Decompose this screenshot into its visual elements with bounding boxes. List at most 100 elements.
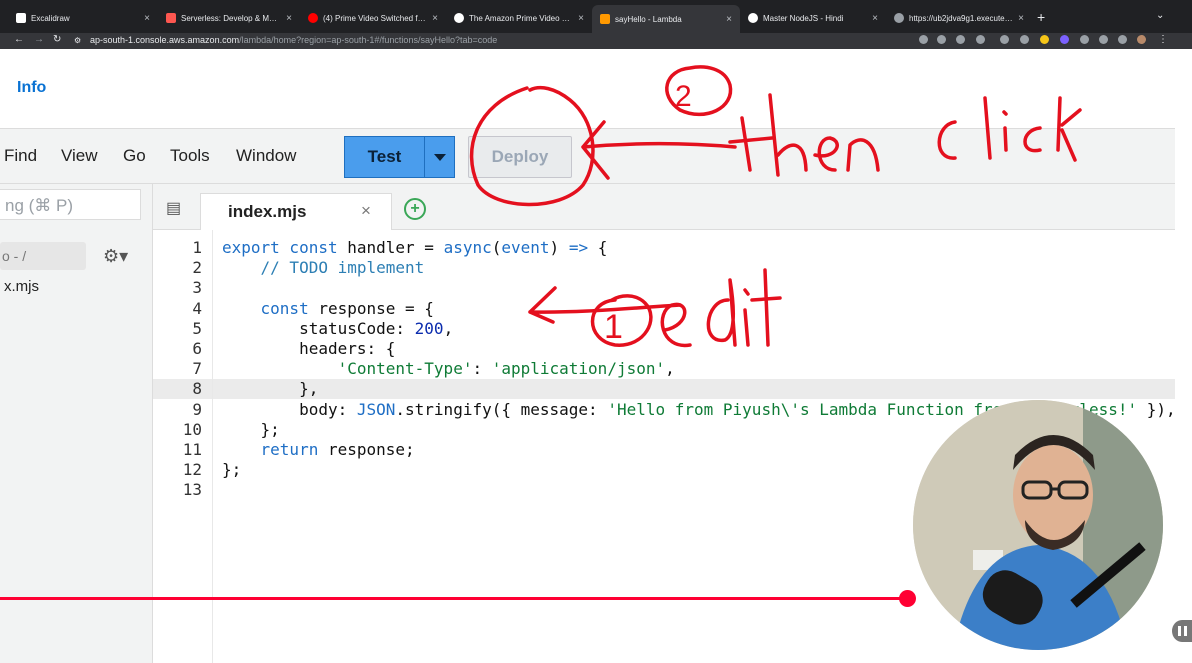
back-arrow-icon[interactable]: ← — [14, 34, 24, 45]
test-button[interactable]: Test — [344, 136, 425, 178]
tab-title: Master NodeJS - Hindi — [763, 13, 844, 23]
code-token: body: — [222, 400, 357, 419]
reload-icon[interactable]: ↻ — [53, 34, 61, 45]
video-scrubber-handle[interactable] — [899, 590, 916, 607]
code-token: .stringify({ message: — [395, 400, 608, 419]
add-tab-icon[interactable]: + — [404, 198, 426, 220]
code-token: 200 — [414, 319, 444, 338]
url-field[interactable]: ap-south-1.console.aws.amazon.com/lambda… — [90, 35, 497, 45]
close-icon[interactable]: × — [144, 13, 150, 24]
go-to-file-input[interactable]: ng (⌘ P) — [0, 189, 141, 220]
presenter-video — [913, 400, 1163, 650]
file-list-item[interactable]: x.mjs — [4, 278, 39, 295]
puzzle-extensions-icon[interactable] — [1099, 35, 1108, 44]
close-icon[interactable]: × — [578, 13, 584, 24]
serverless-favicon-icon — [166, 13, 176, 23]
code-token: : — [472, 359, 492, 378]
line-number: 2 — [192, 258, 202, 277]
line-number: 12 — [182, 460, 202, 479]
deploy-button[interactable]: Deploy — [468, 136, 572, 178]
code-token: => — [568, 238, 589, 257]
code-line[interactable]: }; — [222, 460, 241, 479]
code-line[interactable]: statusCode: 200, — [222, 319, 453, 338]
close-icon[interactable]: × — [1018, 13, 1024, 24]
code-line[interactable]: headers: { — [222, 339, 395, 358]
close-icon[interactable]: × — [432, 13, 438, 24]
browser-tab-excalidraw[interactable]: Excalidraw × — [8, 7, 158, 29]
gear-icon[interactable]: ⚙▾ — [103, 246, 128, 267]
code-token: }, — [222, 379, 319, 398]
test-dropdown-button[interactable] — [424, 136, 455, 178]
code-line[interactable]: return response; — [222, 440, 415, 459]
browser-tab-nodejs[interactable]: Master NodeJS - Hindi × — [740, 7, 886, 29]
menu-window[interactable]: Window — [236, 146, 296, 166]
close-icon[interactable]: × — [726, 14, 732, 25]
code-token: return — [222, 440, 328, 459]
code-token: async — [443, 238, 492, 257]
code-token: , — [443, 319, 454, 338]
browser-tab-api[interactable]: https://ub2jdva9g1.execute-ap × — [886, 7, 1032, 29]
pause-button[interactable] — [1172, 620, 1192, 642]
code-line[interactable]: export const handler = async(event) => { — [222, 238, 607, 257]
extension-icon[interactable] — [1020, 35, 1029, 44]
share-icon[interactable] — [956, 35, 965, 44]
tab-title: (4) Prime Video Switched from — [323, 13, 428, 23]
close-icon[interactable]: × — [361, 201, 371, 221]
code-token: }), — [1137, 400, 1176, 419]
extension-icon[interactable] — [1080, 35, 1089, 44]
forward-arrow-icon[interactable]: → — [34, 34, 44, 45]
line-number: 1 — [192, 238, 202, 257]
menu-tools[interactable]: Tools — [170, 146, 210, 166]
browser-menu-icon[interactable]: ⋮ — [1158, 34, 1168, 45]
zoom-icon[interactable] — [937, 35, 946, 44]
bookmark-star-icon[interactable] — [976, 35, 985, 44]
code-token: }; — [222, 420, 280, 439]
code-token: export const — [222, 238, 348, 257]
code-line[interactable]: }; — [222, 420, 280, 439]
browser-tab-lambda[interactable]: sayHello - Lambda × — [592, 5, 740, 33]
extension-icon[interactable] — [1000, 35, 1009, 44]
line-number: 4 — [192, 299, 202, 318]
close-icon[interactable]: × — [286, 13, 292, 24]
menu-go[interactable]: Go — [123, 146, 146, 166]
code-line[interactable]: // TODO implement — [222, 258, 425, 277]
tab-search-chevron-icon[interactable]: ⌄ — [1156, 10, 1164, 21]
line-number: 13 — [182, 480, 202, 499]
close-icon[interactable]: × — [872, 13, 878, 24]
browser-tab-article[interactable]: The Amazon Prime Video Monit × — [446, 7, 592, 29]
browser-tab-youtube[interactable]: (4) Prime Video Switched from × — [300, 7, 446, 29]
tab-title: Serverless: Develop & Monitor — [181, 13, 282, 23]
course-favicon-icon — [748, 13, 758, 23]
tab-title: https://ub2jdva9g1.execute-ap — [909, 13, 1014, 23]
tabs-list-icon[interactable]: ▤ — [166, 198, 181, 218]
info-link[interactable]: Info — [17, 79, 46, 97]
tab-title: sayHello - Lambda — [615, 14, 682, 24]
code-line[interactable]: }, — [222, 379, 318, 398]
pause-bar — [1177, 626, 1181, 636]
extension-icon[interactable] — [1060, 35, 1069, 44]
medium-favicon-icon — [454, 13, 464, 23]
extension-icon[interactable] — [1040, 35, 1049, 44]
environment-path[interactable]: o - / — [0, 242, 86, 270]
code-token: const — [222, 299, 319, 318]
url-path: /lambda/home?region=ap-south-1#/function… — [239, 35, 498, 45]
google-icon[interactable] — [919, 35, 928, 44]
sidebar-icon[interactable] — [1118, 35, 1127, 44]
profile-avatar[interactable] — [1137, 35, 1146, 44]
code-token: response; — [327, 440, 415, 459]
code-token: response = { — [318, 299, 434, 318]
code-token: { — [588, 238, 608, 257]
code-token: event — [501, 238, 550, 257]
code-line[interactable]: 'Content-Type': 'application/json', — [222, 359, 675, 378]
menu-find[interactable]: Find — [4, 146, 37, 166]
tab-title: Excalidraw — [31, 13, 70, 23]
menu-view[interactable]: View — [61, 146, 98, 166]
code-token: statusCode: — [222, 319, 415, 338]
code-token: // TODO implement — [222, 258, 425, 277]
browser-tab-serverless[interactable]: Serverless: Develop & Monitor × — [158, 7, 300, 29]
code-line[interactable]: const response = { — [222, 299, 434, 318]
excalidraw-favicon-icon — [16, 13, 26, 23]
step-2-circle — [665, 65, 733, 116]
site-info-icon[interactable]: ⚙ — [74, 36, 81, 45]
new-tab-button[interactable]: + — [1037, 9, 1045, 25]
